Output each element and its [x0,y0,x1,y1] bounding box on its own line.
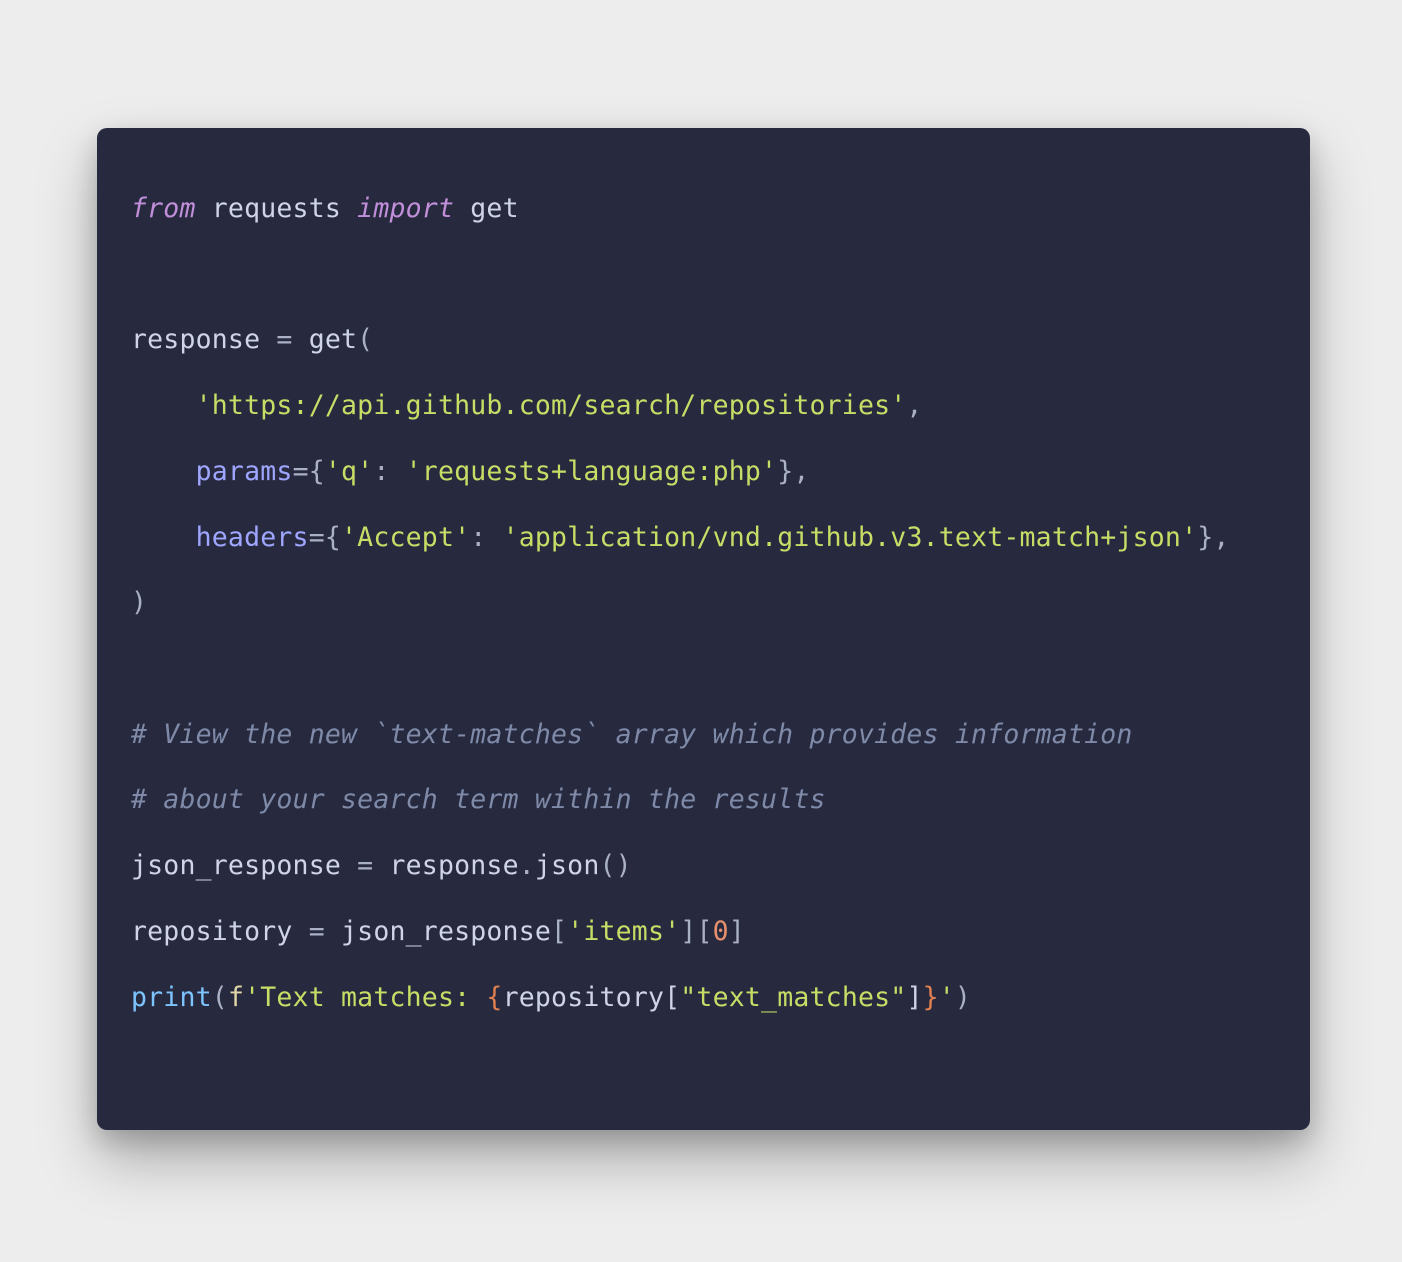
code-line: ) [131,587,147,618]
comment-line: # about your search term within the resu… [131,784,826,815]
open-paren: ( [357,324,373,355]
open-brace: { [325,522,341,553]
indent [131,456,196,487]
string-quote: ' [939,982,955,1013]
fstring-key: "text_matches" [680,982,906,1013]
method-json: json [535,850,600,881]
fstring-expr: repository [503,982,665,1013]
print-call: print [131,982,212,1013]
bracket: ] [906,982,922,1013]
call-parens: () [600,850,632,881]
bracket: ] [729,916,745,947]
indent [131,390,196,421]
string-quote: ' [244,982,260,1013]
dict-key: 'Accept' [341,522,470,553]
open-paren: ( [212,982,228,1013]
comment-line: # View the new `text-matches` array whic… [131,719,1133,750]
bracket: [ [664,982,680,1013]
call-get: get [293,324,358,355]
fstring-text: Text matches: [260,982,486,1013]
open-brace: { [309,456,325,487]
close-brace: } [1197,522,1213,553]
keyword-from: from [131,193,196,224]
bracket: [ [696,916,712,947]
fstring-open-brace: { [486,982,502,1013]
dict-value: 'application/vnd.github.v3.text-match+js… [503,522,1198,553]
dot: . [519,850,535,881]
close-brace: } [777,456,793,487]
code-line: print(f'Text matches: {repository["text_… [131,982,971,1013]
keyword-import: import [357,193,454,224]
comma: , [793,456,809,487]
equal-sign: = [309,522,325,553]
colon: : [470,522,502,553]
comma: , [1213,522,1229,553]
equal-sign: = [309,916,325,947]
var-response: response [131,324,276,355]
code-line: from requests import get [131,193,519,224]
equal-sign: = [276,324,292,355]
var-json-response: json_response [131,850,357,881]
fstring-close-brace: } [923,982,939,1013]
var-repository: repository [131,916,309,947]
close-paren: ) [131,587,147,618]
kw-params: params [196,456,293,487]
code-line: headers={'Accept': 'application/vnd.gith… [131,522,1230,553]
equal-sign: = [293,456,309,487]
indent [131,522,196,553]
dict-key: 'q' [325,456,373,487]
subscript-key: 'items' [567,916,680,947]
dict-value: 'requests+language:php' [406,456,778,487]
code-line: 'https://api.github.com/search/repositor… [131,390,923,421]
code-line: response = get( [131,324,373,355]
var-response: response [373,850,518,881]
equal-sign: = [357,850,373,881]
code-block: from requests import get response = get(… [131,176,1276,1030]
index-zero: 0 [713,916,729,947]
code-line: params={'q': 'requests+language:php'}, [131,456,810,487]
kw-headers: headers [196,522,309,553]
code-line: json_response = response.json() [131,850,632,881]
comma: , [906,390,922,421]
page: from requests import get response = get(… [0,0,1402,1262]
close-paren: ) [955,982,971,1013]
code-line: repository = json_response['items'][0] [131,916,745,947]
code-card: from requests import get response = get(… [97,128,1310,1130]
imported-name: get [454,193,519,224]
var-json-response: json_response [325,916,551,947]
url-string: 'https://api.github.com/search/repositor… [196,390,907,421]
module-name: requests [196,193,358,224]
colon: : [373,456,405,487]
fstring-prefix: f [228,982,244,1013]
bracket: ] [680,916,696,947]
bracket: [ [551,916,567,947]
